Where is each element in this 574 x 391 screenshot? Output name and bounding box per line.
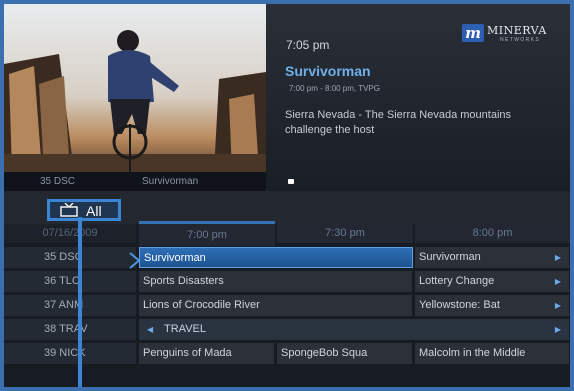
program-title: Lottery Change — [419, 275, 495, 287]
right-arrow-icon: ▶ — [554, 253, 561, 262]
logo-badge: m — [462, 24, 484, 42]
logo-word: MINERVA — [487, 24, 547, 37]
program-title: Yellowstone: Bat — [419, 299, 500, 311]
program-title: Survivorman — [419, 251, 481, 263]
guide-row: 35 DSC Survivorman Survivorman ▶ — [4, 247, 570, 268]
filter-label: All — [86, 203, 102, 219]
right-arrow-icon: ▶ — [554, 325, 561, 334]
program-cell[interactable]: Malcolm in the Middle — [415, 343, 570, 364]
program-time-rating: 7:00 pm - 8:00 pm, TVPG — [289, 84, 381, 93]
time-slot-3: 8:00 pm — [415, 224, 570, 243]
channel-filter-button[interactable]: All — [47, 199, 121, 221]
guide-row: 37 ANM Lions of Crocodile River Yellowst… — [4, 295, 570, 316]
tv-guide-screen: 35 DSC Survivorman m MINERVA NETWORKS 7:… — [4, 4, 570, 387]
program-cell[interactable]: Survivorman ▶ — [415, 247, 570, 268]
left-arrow-icon: ◀ — [147, 325, 154, 334]
program-title: TRAVEL — [164, 323, 206, 335]
program-info-panel: m MINERVA NETWORKS 7:05 pm Survivorman 7… — [266, 4, 570, 191]
channel-cell[interactable]: 36 TLC — [4, 271, 136, 292]
callout-pointer — [78, 217, 82, 387]
guide-row: 36 TLC Sports Disasters Lottery Change ▶ — [4, 271, 570, 292]
selection-caret-icon — [129, 252, 141, 269]
right-arrow-icon: ▶ — [554, 277, 561, 286]
program-cell[interactable]: SpongeBob Squa — [277, 343, 413, 364]
program-title: Survivorman — [285, 63, 371, 79]
time-slot-2: 7:30 pm — [277, 224, 413, 243]
channel-cell[interactable]: 38 TRAV — [4, 319, 136, 340]
channel-cell[interactable]: 37 ANM — [4, 295, 136, 316]
guide-row: 38 TRAV ◀ TRAVEL ▶ — [4, 319, 570, 340]
current-time: 7:05 pm — [286, 38, 330, 52]
tv-icon — [60, 203, 78, 217]
program-cell[interactable]: Penguins of Mada — [139, 343, 275, 364]
program-cell-selected[interactable]: Survivorman — [139, 247, 413, 268]
video-caption: 35 DSC Survivorman — [4, 172, 266, 191]
video-frame — [4, 4, 266, 172]
program-cell[interactable]: ◀ TRAVEL ▶ — [139, 319, 570, 340]
guide-date: 07/16/2009 — [4, 224, 136, 243]
right-arrow-icon: ▶ — [554, 301, 561, 310]
video-preview[interactable]: 35 DSC Survivorman — [4, 4, 266, 191]
video-channel: 35 DSC — [40, 176, 76, 187]
program-cell[interactable]: Lottery Change ▶ — [415, 271, 570, 292]
info-chip-icon — [288, 179, 294, 184]
time-slot-1: 7:00 pm — [139, 221, 275, 246]
program-cell[interactable]: Sports Disasters — [139, 271, 413, 292]
guide-row: 39 NICK Penguins of Mada SpongeBob Squa … — [4, 343, 570, 364]
program-description: Sierra Nevada - The Sierra Nevada mounta… — [285, 109, 512, 136]
program-cell[interactable]: Lions of Crocodile River — [139, 295, 413, 316]
program-cell[interactable]: Yellowstone: Bat ▶ — [415, 295, 570, 316]
logo-sub: NETWORKS — [500, 37, 541, 43]
channel-cell[interactable]: 39 NICK — [4, 343, 136, 364]
channel-cell[interactable]: 35 DSC — [4, 247, 136, 268]
video-program: Survivorman — [142, 176, 199, 187]
